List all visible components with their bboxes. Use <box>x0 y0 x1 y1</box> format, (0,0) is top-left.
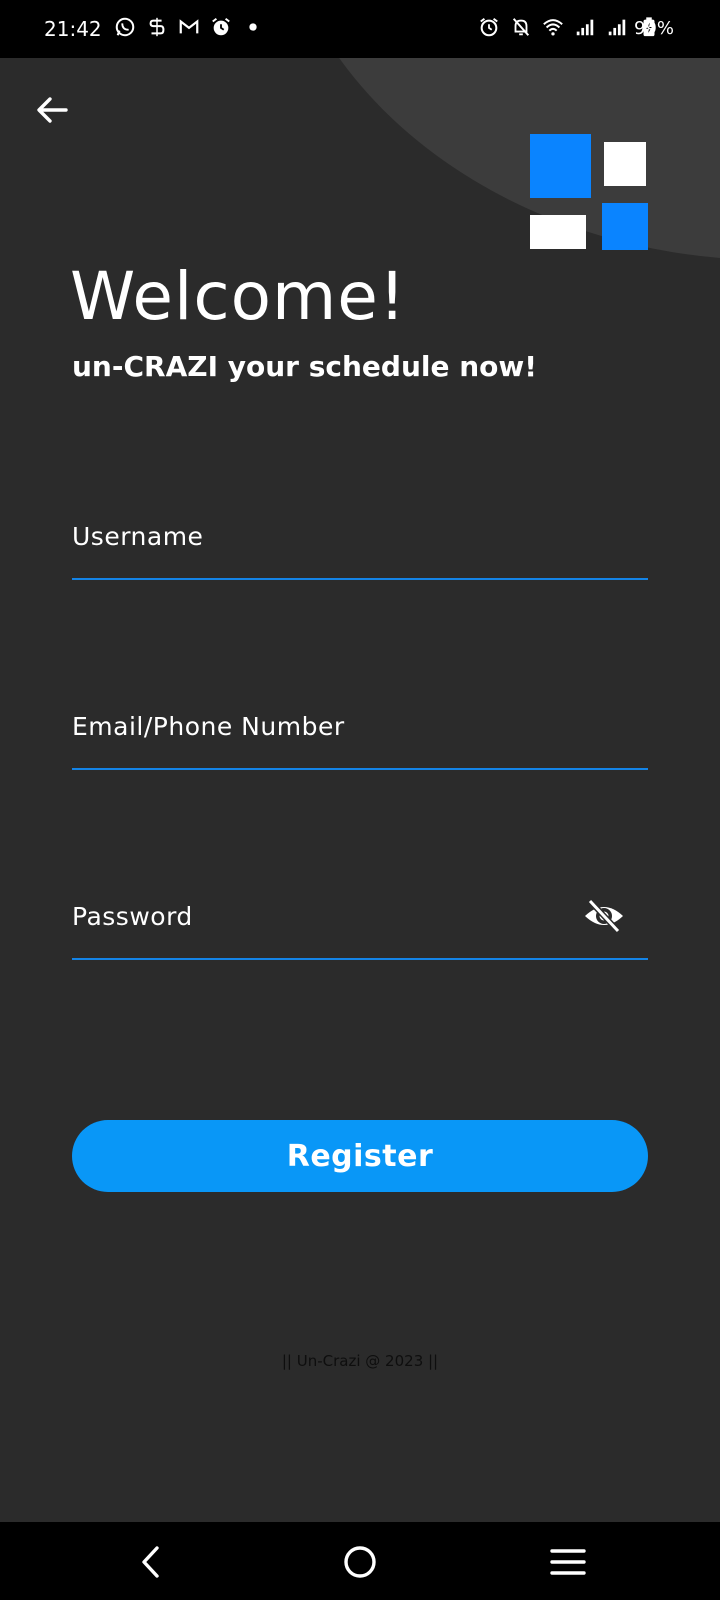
password-field[interactable]: Password <box>72 898 648 960</box>
email-phone-field[interactable]: Email/Phone Number <box>72 710 648 770</box>
logo-square-blue-small <box>602 203 648 250</box>
logo-square-white-small <box>604 142 646 186</box>
page-title: Welcome! <box>70 258 407 335</box>
signal-icon <box>576 19 594 36</box>
status-left-icons <box>114 16 264 38</box>
username-field[interactable]: Username <box>72 520 648 580</box>
nav-home-icon[interactable] <box>338 1540 382 1584</box>
alarm-icon <box>212 17 230 36</box>
wifi-icon <box>543 19 563 36</box>
nav-back-icon[interactable] <box>130 1540 174 1584</box>
s-app-icon <box>149 17 165 37</box>
footer-copyright: || Un-Crazi @ 2023 || <box>281 1352 439 1370</box>
password-placeholder: Password <box>72 902 193 931</box>
signal-icon <box>608 19 626 36</box>
status-time: 21:42 <box>44 17 102 41</box>
alarm-icon <box>480 17 498 37</box>
register-button[interactable]: Register <box>72 1120 648 1192</box>
back-arrow-icon[interactable] <box>32 90 72 130</box>
logo-rect-white <box>530 215 586 249</box>
page-subtitle: un-CRAZI your schedule now! <box>72 350 538 383</box>
gmail-icon <box>179 19 199 34</box>
system-nav-bar <box>0 1522 720 1600</box>
register-screen: 21:42 99% Welcome! un-CRAZI your schedul… <box>0 0 720 1600</box>
bell-off-icon <box>512 18 530 36</box>
status-bar: 21:42 99% <box>0 0 720 58</box>
app-logo <box>530 134 650 250</box>
status-right-icons <box>478 16 660 38</box>
eye-off-icon[interactable] <box>582 896 626 936</box>
username-placeholder: Username <box>72 522 204 551</box>
email-phone-placeholder: Email/Phone Number <box>72 712 345 741</box>
battery-percent: 99% <box>634 18 675 39</box>
whatsapp-icon <box>115 17 135 37</box>
logo-square-blue-large <box>530 134 591 198</box>
dot-icon <box>249 23 257 31</box>
nav-recents-icon[interactable] <box>546 1540 590 1584</box>
